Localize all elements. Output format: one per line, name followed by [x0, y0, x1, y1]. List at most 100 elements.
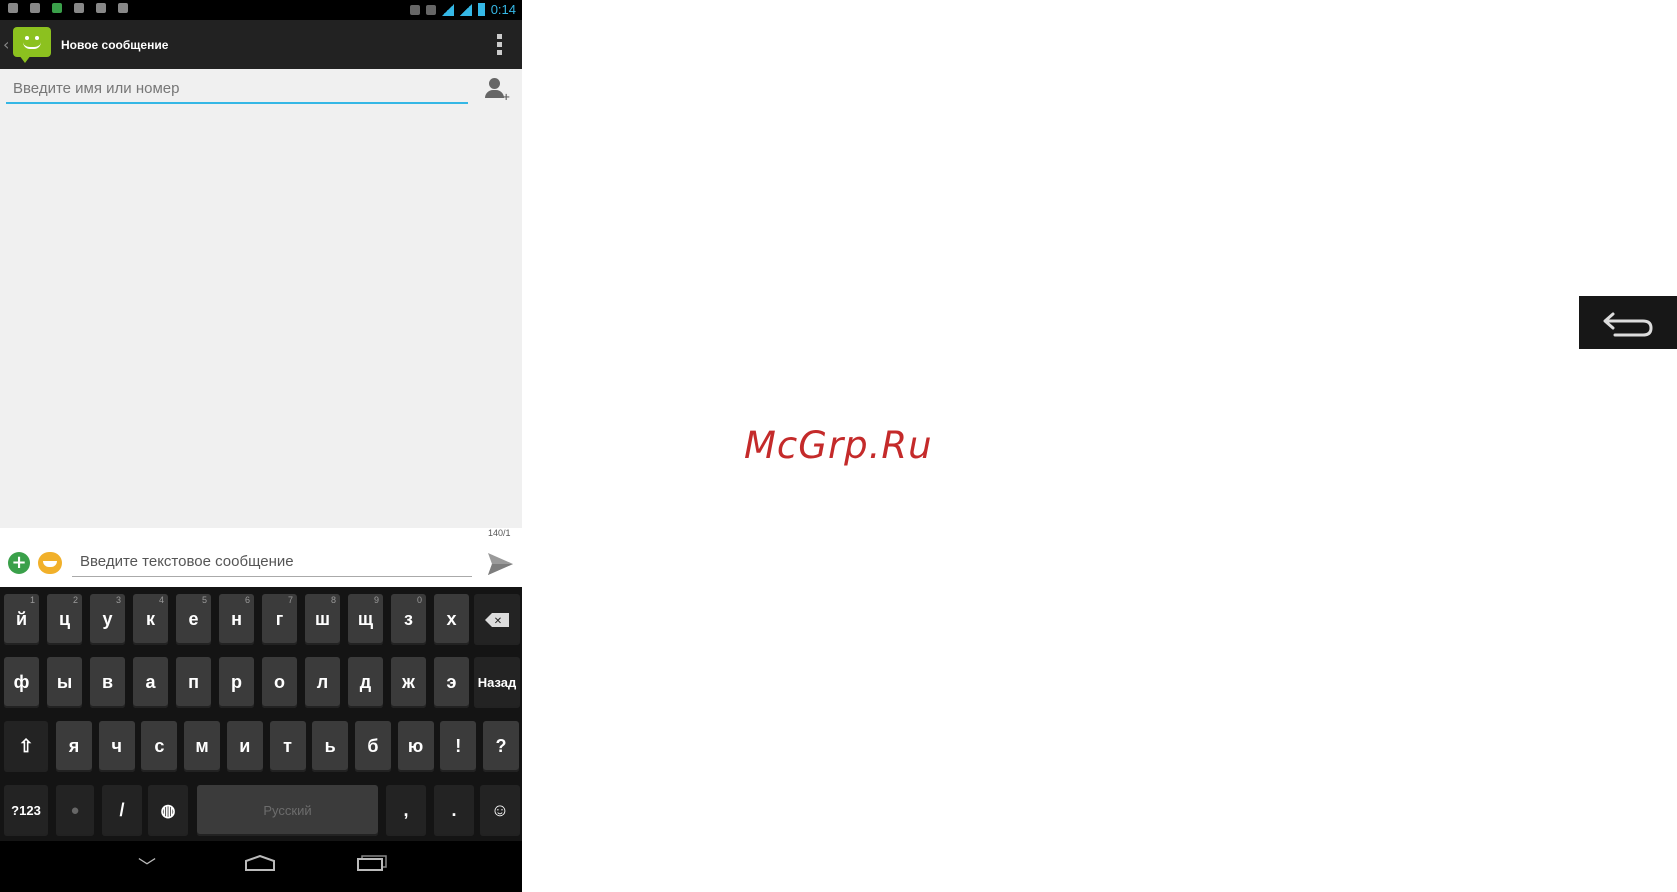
key-row2-10[interactable]: э: [434, 657, 469, 708]
key-row3-9[interactable]: !: [440, 721, 477, 772]
slash-key[interactable]: /: [102, 785, 142, 836]
key-row2-7[interactable]: л: [305, 657, 340, 708]
key-hint: 0: [416, 595, 422, 605]
key-label: ж: [402, 672, 415, 692]
key-row3-10[interactable]: ?: [483, 721, 519, 772]
key-row1-9[interactable]: 0з: [391, 594, 426, 645]
key-label: е: [188, 609, 199, 629]
key-row3-3[interactable]: м: [184, 721, 221, 772]
key-row2-5[interactable]: р: [219, 657, 254, 708]
clock: 0:14: [490, 2, 516, 17]
voice-input-key[interactable]: ●: [56, 785, 94, 836]
key-hint: 7: [287, 595, 293, 605]
enter-key[interactable]: Назад: [474, 657, 520, 708]
key-row2-6[interactable]: о: [262, 657, 297, 708]
key-label: ш: [314, 609, 330, 629]
key-row1-3[interactable]: 4к: [133, 594, 168, 645]
screenshot-icon: [118, 3, 128, 13]
battery-icon: [477, 3, 485, 16]
shift-key[interactable]: ⇧: [4, 721, 48, 772]
key-label: ф: [13, 672, 30, 692]
floating-back-button[interactable]: [1579, 296, 1677, 349]
key-row1-2[interactable]: 3у: [90, 594, 125, 645]
send-icon[interactable]: [486, 550, 514, 578]
sync-icon: [52, 3, 62, 13]
key-label: !: [455, 736, 462, 756]
globe-icon: ◍: [160, 800, 176, 820]
compose-bar: 140/1 +: [0, 528, 522, 587]
period-key[interactable]: .: [434, 785, 474, 836]
key-hint: 2: [72, 595, 78, 605]
android-screen: 0:14 ‹ Новое сообщение + 140/1 + 1й2ц3у4…: [0, 0, 522, 892]
hide-keyboard-icon[interactable]: ﹀: [138, 853, 156, 879]
key-row2-4[interactable]: п: [176, 657, 211, 708]
key-row3-5[interactable]: т: [269, 721, 306, 772]
soft-keyboard: 1й2ц3у4к5е6н7г8ш9щ0зх ✕ фывапролджэ Наза…: [0, 587, 522, 841]
navigation-bar: ﹀: [0, 841, 522, 892]
key-row1-5[interactable]: 6н: [219, 594, 254, 645]
space-key[interactable]: Русский: [197, 785, 378, 836]
key-row3-6[interactable]: ь: [312, 721, 349, 772]
key-label: б: [367, 736, 379, 756]
recent-apps-icon[interactable]: [356, 855, 388, 871]
system-icons: 0:14: [409, 2, 516, 17]
key-row2-3[interactable]: а: [133, 657, 168, 708]
key-label: л: [316, 672, 329, 692]
key-row2-0[interactable]: ф: [4, 657, 39, 708]
language-key[interactable]: ◍: [148, 785, 188, 836]
key-label: з: [404, 609, 413, 629]
attach-icon[interactable]: +: [8, 552, 30, 574]
recipient-field[interactable]: [6, 76, 475, 104]
key-label: к: [145, 609, 155, 629]
symbols-key[interactable]: ?123: [4, 785, 48, 836]
recipient-input[interactable]: [6, 76, 475, 100]
key-row2-2[interactable]: в: [90, 657, 125, 708]
key-label: о: [274, 672, 285, 692]
key-row3-8[interactable]: ю: [397, 721, 434, 772]
notification-icon: [96, 3, 106, 13]
back-arrow-icon: [1603, 312, 1653, 336]
key-label: д: [359, 672, 372, 692]
key-row1-8[interactable]: 9щ: [348, 594, 383, 645]
backspace-icon: ✕: [485, 612, 509, 627]
key-label: м: [195, 736, 209, 756]
home-icon[interactable]: [244, 855, 276, 871]
page-title: Новое сообщение: [61, 37, 169, 52]
key-row1-10[interactable]: х: [434, 594, 469, 645]
notification-icons: [8, 3, 128, 13]
key-row3-4[interactable]: и: [226, 721, 263, 772]
key-row1-1[interactable]: 2ц: [47, 594, 82, 645]
key-row2-1[interactable]: ы: [47, 657, 82, 708]
comma-key[interactable]: ,: [386, 785, 426, 836]
key-row1-4[interactable]: 5е: [176, 594, 211, 645]
key-hint: 3: [115, 595, 121, 605]
notification-icon: [30, 3, 40, 13]
key-row2-8[interactable]: д: [348, 657, 383, 708]
key-row3-1[interactable]: ч: [98, 721, 135, 772]
key-row1-0[interactable]: 1й: [4, 594, 39, 645]
emoji-icon[interactable]: [38, 552, 62, 574]
action-bar: ‹ Новое сообщение: [0, 20, 522, 69]
messaging-app-icon[interactable]: [13, 26, 51, 63]
key-label: т: [283, 736, 292, 756]
key-hint: 5: [201, 595, 207, 605]
key-row1-6[interactable]: 7г: [262, 594, 297, 645]
svg-text:✕: ✕: [494, 616, 502, 627]
key-row3-7[interactable]: б: [354, 721, 391, 772]
message-input[interactable]: [72, 548, 480, 574]
key-label: р: [231, 672, 242, 692]
overflow-menu-icon[interactable]: [497, 34, 502, 55]
add-contact-icon[interactable]: +: [484, 78, 510, 103]
key-row3-2[interactable]: с: [141, 721, 178, 772]
key-label: у: [102, 609, 113, 629]
up-caret-icon[interactable]: ‹: [3, 35, 11, 54]
rotate-icon: [409, 4, 420, 15]
key-row1-7[interactable]: 8ш: [305, 594, 340, 645]
backspace-key[interactable]: ✕: [474, 594, 520, 645]
emoji-key[interactable]: ☺: [480, 785, 520, 836]
message-field[interactable]: [72, 548, 480, 577]
key-row2-9[interactable]: ж: [391, 657, 426, 708]
watermark-text: McGrp.Ru: [744, 424, 933, 467]
key-row3-0[interactable]: я: [56, 721, 92, 772]
usb-icon: [425, 4, 436, 15]
